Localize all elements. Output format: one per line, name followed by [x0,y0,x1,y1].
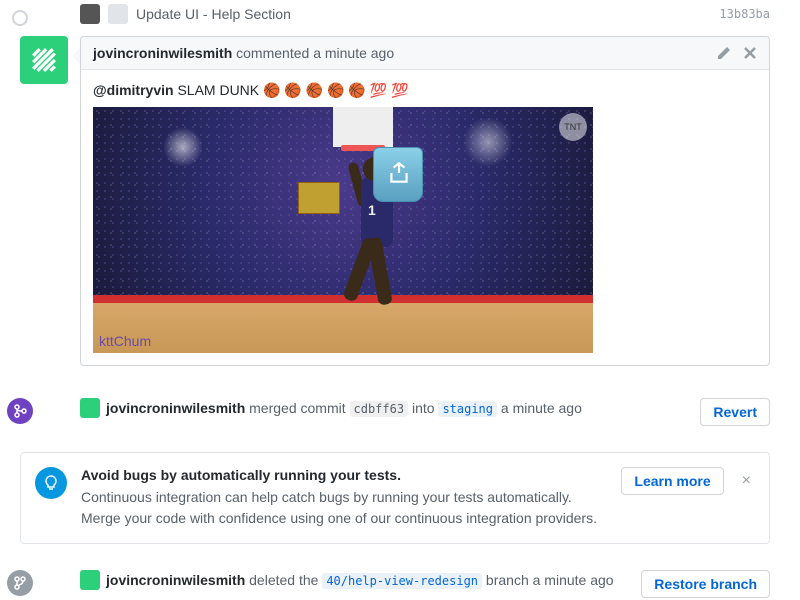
commit-title[interactable]: Update UI - Help Section [136,6,719,22]
revert-button[interactable]: Revert [700,398,770,426]
broadcast-logo: TNT [559,113,587,141]
delete-actor[interactable]: jovincroninwilesmith [106,572,245,588]
commit-sha[interactable]: 13b83ba [719,7,770,21]
merge-text: jovincroninwilesmith merged commit cdbff… [106,398,692,419]
commit-row: Update UI - Help Section 13b83ba [80,0,770,36]
close-icon[interactable] [743,46,757,60]
gif-watermark: kttChum [99,333,151,349]
mini-overlay [298,182,340,214]
commit-avatar-2 [108,4,128,24]
delete-event-row: jovincroninwilesmith deleted the 40/help… [80,562,770,582]
merge-time: a minute ago [497,400,582,416]
ci-banner: Avoid bugs by automatically running your… [20,452,770,544]
jersey-number: 1 [368,202,376,218]
comment-actions [717,46,757,60]
ci-text: Avoid bugs by automatically running your… [81,467,613,529]
merge-event-row: jovincroninwilesmith merged commit cdbff… [80,390,770,434]
comment-image: 1 TNT kttChum [93,107,593,353]
lightbulb-icon [35,467,67,499]
comment-author-avatar[interactable] [20,36,68,84]
merge-sha[interactable]: cdbff63 [350,401,409,417]
comment-author[interactable]: jovincroninwilesmith [93,45,232,61]
dismiss-icon[interactable]: × [738,472,755,490]
ci-desc: Continuous integration can help catch bu… [81,487,613,529]
comment-meta: jovincroninwilesmith commented a minute … [93,45,717,61]
comment-body: @dimitryvin SLAM DUNK 🏀 🏀 🏀 🏀 🏀 💯 💯 [81,70,769,365]
arena-scene: 1 TNT [93,107,593,353]
ci-title: Avoid bugs by automatically running your… [81,467,613,483]
delete-text: jovincroninwilesmith deleted the 40/help… [106,570,633,591]
delete-avatar[interactable] [80,570,100,590]
mention[interactable]: @dimitryvin [93,82,174,98]
comment-text: @dimitryvin SLAM DUNK 🏀 🏀 🏀 🏀 🏀 💯 💯 [93,82,757,99]
git-branch-delete-icon [7,570,33,596]
restore-branch-button[interactable]: Restore branch [641,570,770,598]
comment-time[interactable]: a minute ago [313,45,394,61]
deleted-branch[interactable]: 40/help-view-redesign [322,573,482,589]
recycle-bin-icon [373,147,423,202]
merge-actor[interactable]: jovincroninwilesmith [106,400,245,416]
comment-block: jovincroninwilesmith commented a minute … [80,36,770,366]
learn-more-button[interactable]: Learn more [621,467,723,495]
pencil-icon[interactable] [717,46,731,60]
comment-header: jovincroninwilesmith commented a minute … [81,37,769,70]
commit-avatar-1 [80,4,100,24]
avatar-stripes-icon [31,47,57,73]
git-merge-icon [7,398,33,424]
delete-time: branch a minute ago [482,572,614,588]
comment-box: jovincroninwilesmith commented a minute … [80,36,770,366]
merge-target[interactable]: staging [438,401,497,417]
merge-avatar[interactable] [80,398,100,418]
